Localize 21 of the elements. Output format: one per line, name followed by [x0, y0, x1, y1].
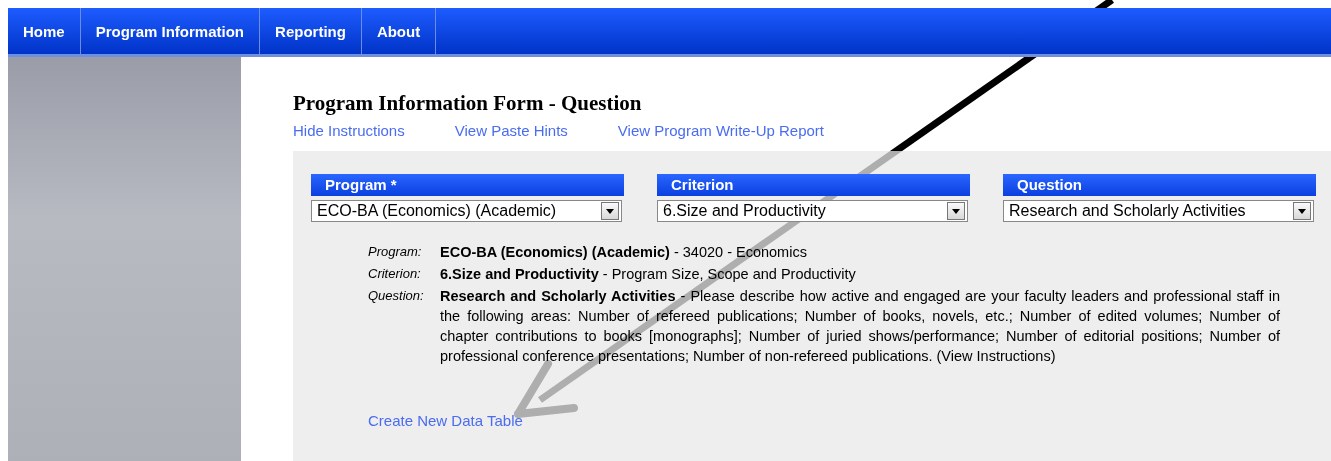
selector-label: Criterion	[657, 174, 970, 196]
field-value: ECO-BA (Economics) (Academic) - 34020 - Economics	[440, 243, 808, 262]
field-value: 6.Size and Productivity - Program Size, Scope and Productivity	[440, 265, 857, 284]
nav-tab[interactable]: Program Information	[80, 8, 261, 54]
link[interactable]: View Paste Hints	[454, 122, 568, 139]
selector-label: Question	[1003, 174, 1316, 196]
field-label: Criterion:	[368, 265, 422, 283]
nav-tab[interactable]: Reporting	[260, 8, 362, 54]
nav-tab[interactable]: About	[361, 8, 437, 54]
selector-label: Program *	[311, 174, 624, 196]
dropdown[interactable]: ECO-BA (Economics) (Academic)	[311, 200, 622, 222]
field-label: Question:	[368, 287, 425, 305]
link[interactable]: Hide Instructions	[293, 122, 405, 139]
dropdown[interactable]: Research and Scholarly Activities	[1003, 200, 1314, 222]
create-table-link[interactable]: Create New Data Table	[368, 412, 523, 429]
field-label: Program:	[368, 243, 423, 261]
page-title: Program Information Form - Question	[293, 91, 642, 116]
nav-tab[interactable]: Home	[8, 8, 81, 54]
link[interactable]: View Program Write-Up Report	[617, 122, 824, 139]
field-value: Research and Scholarly Activities - Please describe how active and engaged are your faculty leaders and professional staff in the following areas: Number of refereed publications; Number of books, novels, etc.; Number of edited volumes; Number of chapter contributions to books [monographs]; Number of juried shows/performance; Number of editorial positions; Number of professional conference presentations; Number of non-refereed publications. (View Instructions)	[440, 287, 1280, 366]
dropdown[interactable]: 6.Size and Productivity	[657, 200, 968, 222]
